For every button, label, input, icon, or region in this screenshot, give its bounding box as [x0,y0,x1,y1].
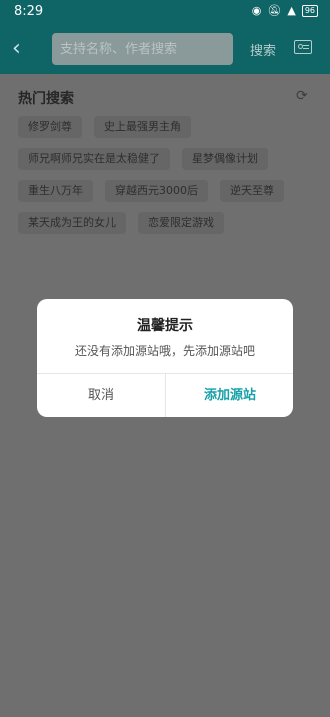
tag-row: 修罗剑尊 史上最强男主角 [18,116,318,138]
alert-dialog: 温馨提示 还没有添加源站哦，先添加源站吧 取消 添加源站 [37,299,293,417]
hot-tag[interactable]: 修罗剑尊 [18,116,82,138]
hot-tag[interactable]: 穿越西元3000后 [105,180,208,202]
mute-icon: 🔕︎ [267,4,282,17]
search-box[interactable] [52,33,233,65]
hot-tag[interactable]: 星梦偶像计划 [182,148,268,170]
hot-tag[interactable]: 恋爱限定游戏 [138,212,224,234]
status-icons: ◉ 🔕︎ ▲ 96 [252,5,318,17]
tag-row: 师兄啊师兄实在是太稳健了 星梦偶像计划 [18,148,318,170]
hot-tag[interactable]: 史上最强男主角 [94,116,191,138]
refresh-icon[interactable]: ⟳ [296,88,308,104]
hot-tag[interactable]: 师兄啊师兄实在是太稳健了 [18,148,170,170]
dialog-message: 还没有添加源站哦，先添加源站吧 [74,344,255,358]
tag-row: 重生八万年 穿越西元3000后 逆天至尊 [18,180,318,202]
hot-tag[interactable]: 逆天至尊 [220,180,284,202]
status-time: 8:29 [14,4,44,19]
dialog-title: 温馨提示 [137,318,193,334]
status-bar: 8:29 ◉ 🔕︎ ▲ 96 [0,0,330,24]
cancel-button[interactable]: 取消 [37,374,165,417]
hot-search-tags: 修罗剑尊 史上最强男主角 师兄啊师兄实在是太稳健了 星梦偶像计划 重生八万年 穿… [18,116,318,244]
signal-icon: ▲ [287,4,296,17]
chevron-left-icon: ‹ [12,36,21,61]
hot-search-title: 热门搜索 [18,91,74,107]
back-button[interactable]: ‹ [12,36,38,62]
search-input[interactable] [52,33,233,65]
tag-row: 某天成为王的女儿 恋爱限定游戏 [18,212,318,234]
search-button[interactable]: 搜索 [250,40,276,59]
battery-icon: 96 [301,5,318,17]
add-source-button[interactable]: 添加源站 [166,374,293,417]
hot-tag[interactable]: 重生八万年 [18,180,93,202]
toolbar: ‹ 搜索 [0,24,330,74]
eye-icon: ◉ [251,4,262,17]
source-card-icon[interactable] [294,40,312,54]
hot-tag[interactable]: 某天成为王的女儿 [18,212,126,234]
